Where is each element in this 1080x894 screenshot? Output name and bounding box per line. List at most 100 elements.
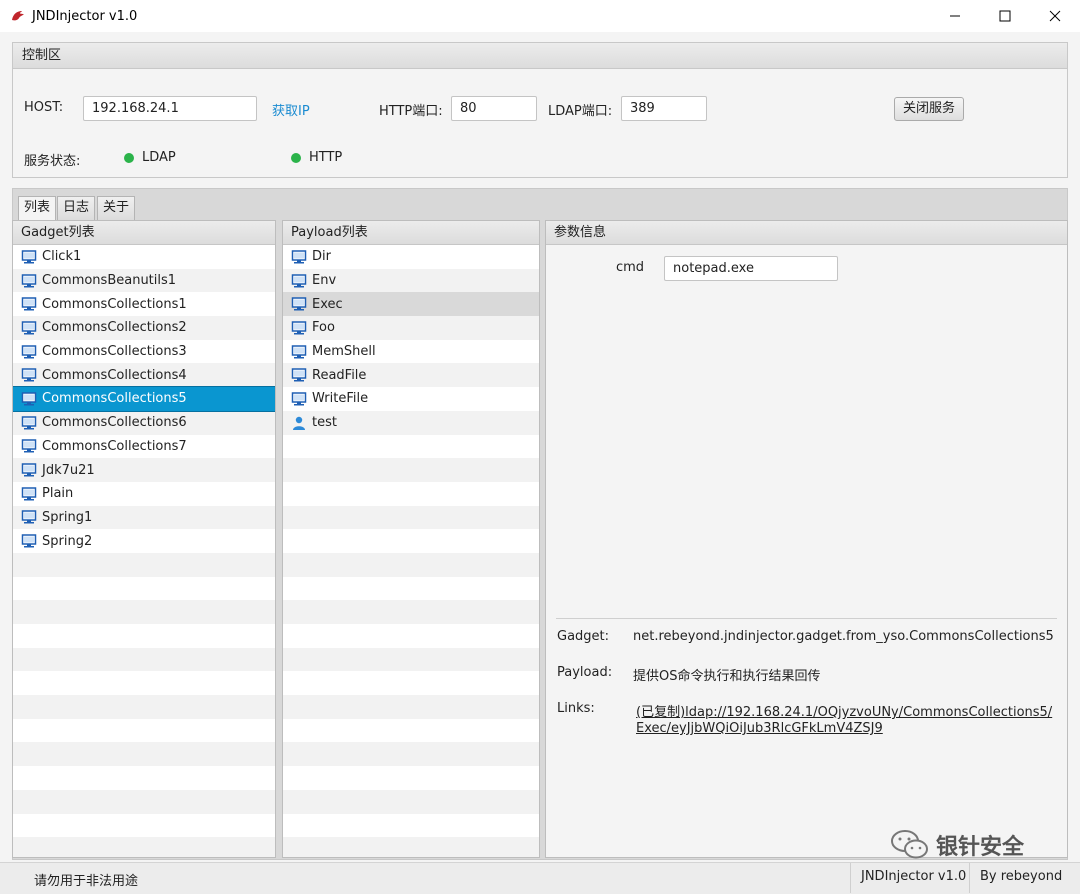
list-item[interactable]: Plain (13, 482, 275, 506)
computer-icon (291, 367, 307, 383)
list-item[interactable]: Spring1 (13, 505, 275, 530)
empty-row (13, 577, 275, 601)
list-item-label: CommonsCollections7 (42, 438, 187, 454)
param-info-header: 参数信息 (546, 221, 1067, 245)
cmd-label: cmd (616, 260, 645, 275)
empty-row (283, 577, 539, 601)
empty-row (13, 552, 275, 577)
computer-icon (21, 273, 37, 289)
list-item[interactable]: Spring2 (13, 529, 275, 553)
list-item-label: Foo (312, 320, 335, 336)
cmd-input[interactable] (664, 256, 838, 281)
computer-icon (291, 320, 307, 336)
empty-row (283, 529, 539, 553)
computer-icon (21, 391, 37, 407)
control-panel-header: 控制区 (13, 43, 1067, 69)
list-item[interactable]: Exec (283, 292, 539, 317)
http-port-label: HTTP端口: (379, 104, 443, 119)
list-item[interactable]: CommonsBeanutils1 (13, 268, 275, 293)
list-item[interactable]: CommonsCollections4 (13, 363, 275, 388)
computer-icon (291, 249, 307, 265)
empty-row (283, 624, 539, 648)
list-item[interactable]: CommonsCollections5 (13, 386, 275, 412)
http-status-indicator (291, 153, 301, 163)
list-item[interactable]: CommonsCollections7 (13, 435, 275, 459)
ldap-link[interactable]: (已复制)ldap://192.168.24.1/OQjyzvoUNy/Comm… (636, 705, 1056, 737)
computer-icon (21, 486, 37, 502)
ldap-status-label: LDAP (142, 150, 176, 165)
ldap-status-indicator (124, 153, 134, 163)
close-button[interactable] (1030, 0, 1080, 32)
tab-list[interactable]: 列表 (18, 196, 57, 221)
title-bar: JNDInjector v1.0 (0, 0, 1080, 32)
param-info-panel: 参数信息 cmd Gadget: net.rebeyond.jndinjecto… (545, 220, 1068, 858)
computer-icon (21, 462, 37, 478)
empty-row (283, 647, 539, 672)
list-item-label: Dir (312, 249, 331, 265)
empty-row (283, 600, 539, 624)
empty-row (283, 435, 539, 459)
list-item[interactable]: CommonsCollections3 (13, 340, 275, 364)
payload-list: Dir Env Exec Foo MemShell ReadFile WriteFile te… (283, 245, 539, 857)
list-item[interactable]: WriteFile (283, 387, 539, 411)
empty-row (283, 814, 539, 838)
payload-key: Payload: (557, 665, 613, 680)
stop-service-button[interactable]: 关闭服务 (894, 97, 965, 121)
gadget-key: Gadget: (557, 629, 610, 644)
empty-row (283, 719, 539, 743)
list-item-label: Env (312, 273, 337, 289)
list-item-label: Jdk7u21 (42, 462, 95, 478)
computer-icon (291, 273, 307, 289)
computer-icon (21, 320, 37, 336)
watermark: 银针安全 (890, 828, 1024, 862)
list-item[interactable]: Click1 (13, 245, 275, 269)
list-item[interactable]: MemShell (283, 340, 539, 364)
empty-row (283, 552, 539, 577)
list-item[interactable]: Foo (283, 316, 539, 340)
window-controls (930, 0, 1080, 32)
http-port-input[interactable] (451, 96, 537, 121)
service-status-label: 服务状态: (24, 154, 81, 169)
empty-row (283, 695, 539, 719)
computer-icon (21, 249, 37, 265)
tab-log[interactable]: 日志 (57, 196, 96, 220)
list-item[interactable]: Env (283, 268, 539, 293)
list-item-label: CommonsBeanutils1 (42, 273, 177, 289)
status-bar: 请勿用于非法用途 JNDInjector v1.0 By rebeyond (0, 862, 1080, 894)
status-author: By rebeyond (969, 863, 1080, 893)
empty-row (283, 505, 539, 530)
minimize-button[interactable] (930, 0, 980, 32)
empty-row (13, 814, 275, 838)
list-item-label: Spring2 (42, 533, 93, 549)
tab-about[interactable]: 关于 (97, 196, 136, 220)
payload-list-header: Payload列表 (283, 221, 539, 245)
get-ip-link[interactable]: 获取IP (272, 100, 310, 119)
empty-row (13, 671, 275, 695)
control-panel: 控制区 HOST: 获取IP HTTP端口: LDAP端口: 关闭服务 服务状态… (12, 42, 1068, 178)
list-item-label: Spring1 (42, 509, 93, 525)
empty-row (283, 482, 539, 506)
list-item[interactable]: ReadFile (283, 363, 539, 388)
list-item[interactable]: CommonsCollections1 (13, 292, 275, 316)
host-input[interactable] (83, 96, 257, 121)
payload-list-panel: Payload列表 Dir Env Exec Foo MemShell ReadFile W… (282, 220, 540, 858)
computer-icon (21, 509, 37, 525)
empty-row (283, 671, 539, 695)
empty-row (13, 766, 275, 790)
empty-row (13, 719, 275, 743)
http-status-label: HTTP (309, 150, 343, 165)
maximize-button[interactable] (980, 0, 1030, 32)
empty-row (13, 647, 275, 672)
list-item[interactable]: test (283, 410, 539, 435)
list-item[interactable]: CommonsCollections2 (13, 316, 275, 340)
list-item[interactable]: Jdk7u21 (13, 458, 275, 482)
list-item-label: CommonsCollections2 (42, 320, 187, 336)
list-item[interactable]: Dir (283, 245, 539, 269)
ldap-port-input[interactable] (621, 96, 707, 121)
empty-row (13, 837, 275, 857)
empty-row (283, 458, 539, 482)
list-item[interactable]: CommonsCollections6 (13, 410, 275, 435)
list-item-label: test (312, 415, 337, 431)
list-item-label: Plain (42, 486, 74, 502)
info-divider (556, 618, 1057, 619)
